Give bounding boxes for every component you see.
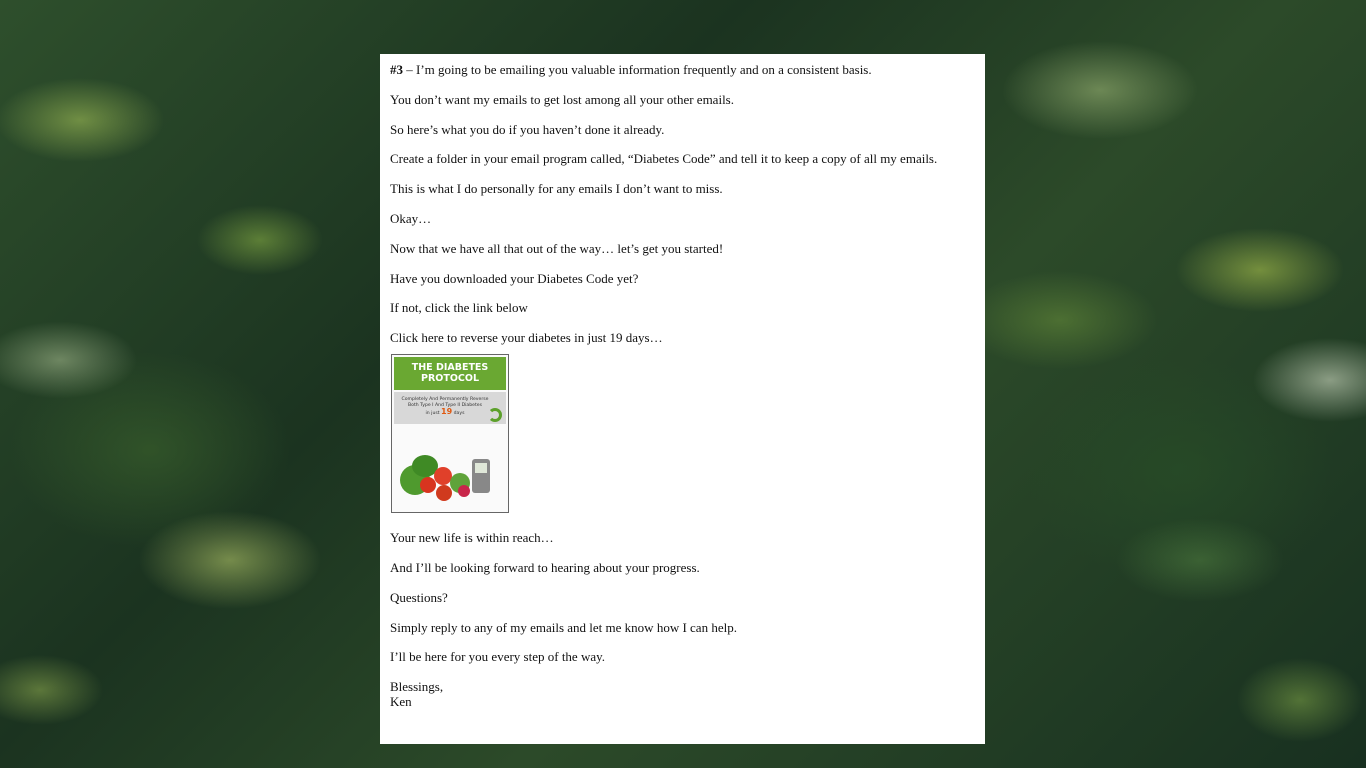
paragraph: And I’ll be looking forward to hearing a… <box>390 559 700 575</box>
signature-block: Blessings, Ken <box>390 679 975 709</box>
paragraph: Now that we have all that out of the way… <box>390 240 724 256</box>
signature-name: Ken <box>390 694 412 710</box>
paragraph-cta: Click here to reverse your diabetes in j… <box>390 330 663 346</box>
glucose-meter-icon <box>472 459 490 494</box>
paragraph-tip: #3 – I’m going to be emailing you valuab… <box>390 62 872 77</box>
paragraph: Simply reply to any of my emails and let… <box>390 619 737 635</box>
paragraph: So here’s what you do if you haven’t don… <box>390 121 665 137</box>
paragraph: If not, click the link below <box>390 300 528 316</box>
paragraph: Have you downloaded your Diabetes Code y… <box>390 270 639 286</box>
email-body: #3 – I’m going to be emailing you valuab… <box>380 54 985 744</box>
book-title: THE DIABETES PROTOCOL <box>394 357 506 391</box>
signoff: Blessings, <box>390 679 444 695</box>
book-cover-link[interactable]: THE DIABETES PROTOCOL Completely And Per… <box>391 354 509 514</box>
paragraph: Questions? <box>390 589 448 605</box>
paragraph: You don’t want my emails to get lost amo… <box>390 91 734 107</box>
tomato-icon <box>420 477 436 494</box>
paragraph: Your new life is within reach… <box>390 530 554 546</box>
book-cover-image: THE DIABETES PROTOCOL Completely And Per… <box>391 354 509 514</box>
paragraph: This is what I do personally for any ema… <box>390 181 723 197</box>
paragraph: Okay… <box>390 210 432 226</box>
paragraph: I’ll be here for you every step of the w… <box>390 649 606 665</box>
tomato-icon <box>436 485 452 502</box>
radish-icon <box>458 485 470 498</box>
paragraph: Create a folder in your email program ca… <box>390 151 938 167</box>
tip-number: #3 <box>390 62 403 77</box>
